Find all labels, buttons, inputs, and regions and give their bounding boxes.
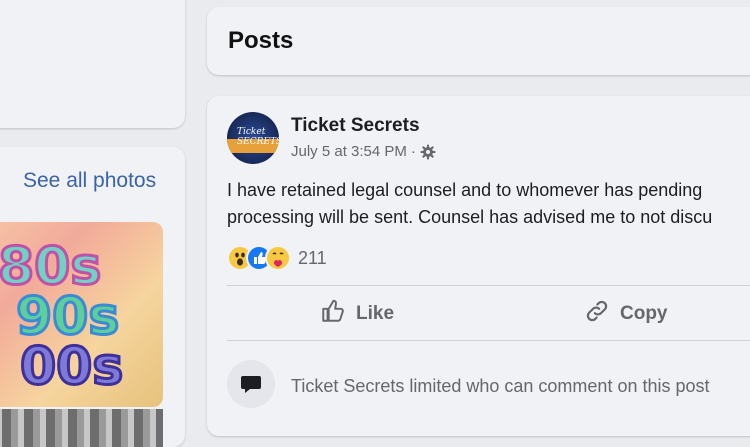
care-icon — [265, 245, 291, 271]
posts-title: Posts — [228, 27, 294, 54]
post-meta: July 5 at 3:54 PM · — [291, 143, 436, 160]
photo-thumbnail[interactable]: 80s 90s 00s — [0, 222, 163, 407]
copy-button[interactable]: Copy — [584, 298, 668, 330]
comment-restriction-notice: Ticket Secrets limited who can comment o… — [291, 376, 710, 396]
divider — [227, 285, 750, 286]
thumbs-up-icon — [320, 298, 346, 330]
gear-icon[interactable] — [420, 144, 436, 160]
posts-header-card: Posts — [207, 7, 750, 75]
page-name-link[interactable]: Ticket Secrets — [291, 115, 420, 137]
photos-card: See all photos 80s 90s 00s — [0, 147, 185, 447]
like-button[interactable]: Like — [320, 298, 394, 330]
reactions-summary[interactable]: 211 — [227, 245, 327, 271]
reaction-count[interactable]: 211 — [298, 248, 327, 269]
left-sidebar-card — [0, 0, 185, 128]
photo-thumbnail-2[interactable] — [0, 409, 163, 447]
comment-icon — [227, 360, 275, 408]
post-text-line-1: I have retained legal counsel and to who… — [227, 180, 703, 200]
copy-button-label: Copy — [620, 303, 668, 324]
see-all-photos-link[interactable]: See all photos — [23, 169, 156, 193]
divider — [227, 340, 750, 341]
post-timestamp[interactable]: July 5 at 3:54 PM — [291, 143, 407, 160]
meta-separator: · — [410, 143, 416, 160]
post-text-line-2: processing will be sent. Counsel has adv… — [227, 207, 713, 227]
like-button-label: Like — [356, 303, 395, 324]
link-icon — [584, 298, 610, 330]
page-avatar[interactable]: Ticket SECRETS — [227, 112, 279, 164]
photo-text-00s: 00s — [20, 337, 123, 397]
avatar-logo-text: Ticket SECRETS — [237, 127, 279, 147]
post-card: Ticket SECRETS Ticket Secrets July 5 at … — [207, 96, 750, 436]
